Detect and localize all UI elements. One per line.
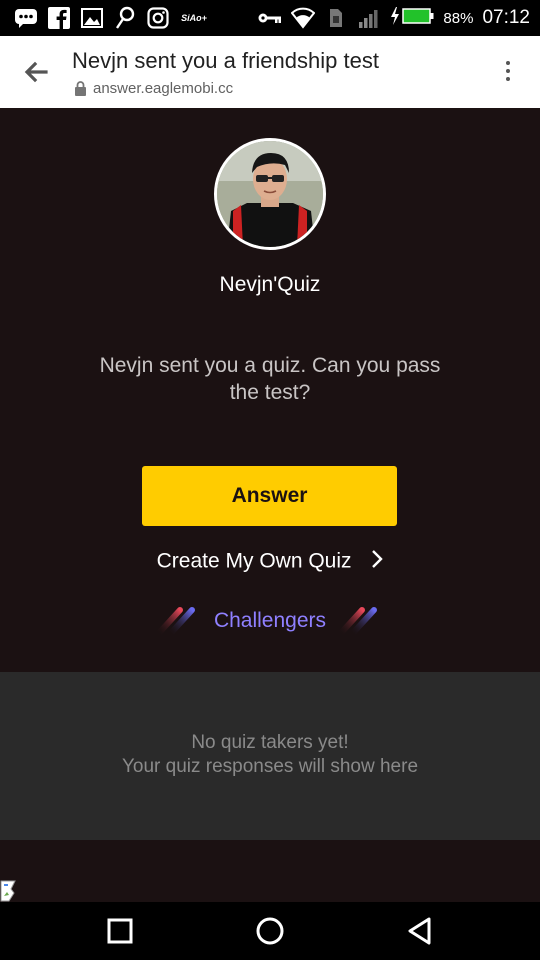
system-nav-bar	[0, 902, 540, 960]
carrier-icon: SiAo+	[181, 13, 207, 23]
chevron-right-icon	[371, 549, 384, 575]
url-text: answer.eaglemobi.cc	[93, 80, 234, 97]
quiz-name: Nevjn'Quiz	[219, 273, 321, 296]
empty-state-title: No quiz takers yet!	[191, 732, 349, 753]
quiz-takers-panel: No quiz takers yet! Your quiz responses …	[0, 672, 540, 840]
facebook-icon	[47, 6, 71, 30]
status-bar: SiAo+ 88% 07:12	[0, 0, 540, 36]
answer-button[interactable]: Answer	[142, 466, 397, 526]
battery-icon	[402, 7, 434, 29]
signal-icon	[357, 6, 381, 30]
create-quiz-link[interactable]: Create My Own Quiz	[0, 549, 540, 575]
recents-button[interactable]	[105, 916, 135, 946]
nav-back-button[interactable]	[405, 916, 435, 946]
circle-icon	[256, 917, 284, 945]
triangle-back-icon	[408, 917, 431, 945]
url-display[interactable]: answer.eaglemobi.cc	[74, 80, 233, 97]
empty-state-subtitle: Your quiz responses will show here	[121, 756, 419, 777]
square-icon	[107, 918, 133, 944]
back-button[interactable]	[20, 56, 52, 88]
create-quiz-label: Create My Own Quiz	[156, 549, 352, 573]
home-button[interactable]	[255, 916, 285, 946]
quiz-panel: Nevjn'Quiz Nevjn sent you a quiz. Can yo…	[0, 108, 540, 672]
charging-icon	[390, 6, 400, 30]
avatar	[214, 138, 326, 250]
key-icon	[258, 6, 282, 30]
sim-icon	[324, 6, 348, 30]
instagram-icon	[146, 6, 170, 30]
chat-icon	[14, 6, 38, 30]
footer-area	[0, 840, 540, 902]
lock-icon	[75, 81, 86, 96]
wifi-icon	[291, 6, 316, 30]
slash-decoration-icon	[154, 607, 195, 636]
challengers-label: Challengers	[213, 609, 327, 632]
browser-toolbar: Nevjn sent you a friendship test answer.…	[0, 36, 540, 108]
clock: 07:12	[482, 7, 530, 28]
slash-decoration-icon	[337, 607, 378, 636]
maps-icon	[113, 6, 137, 30]
broken-image-icon	[0, 880, 24, 902]
profile-photo	[217, 141, 323, 247]
more-options-button[interactable]	[502, 58, 514, 88]
gallery-icon	[80, 6, 104, 30]
challengers-header: Challengers	[0, 606, 540, 636]
arrow-left-icon	[24, 61, 48, 83]
more-vert-icon	[502, 61, 514, 81]
page-title: Nevjn sent you a friendship test	[72, 48, 379, 73]
battery-percent: 88%	[443, 9, 474, 27]
quiz-prompt: Nevjn sent you a quiz. Can you pass the …	[99, 354, 441, 404]
